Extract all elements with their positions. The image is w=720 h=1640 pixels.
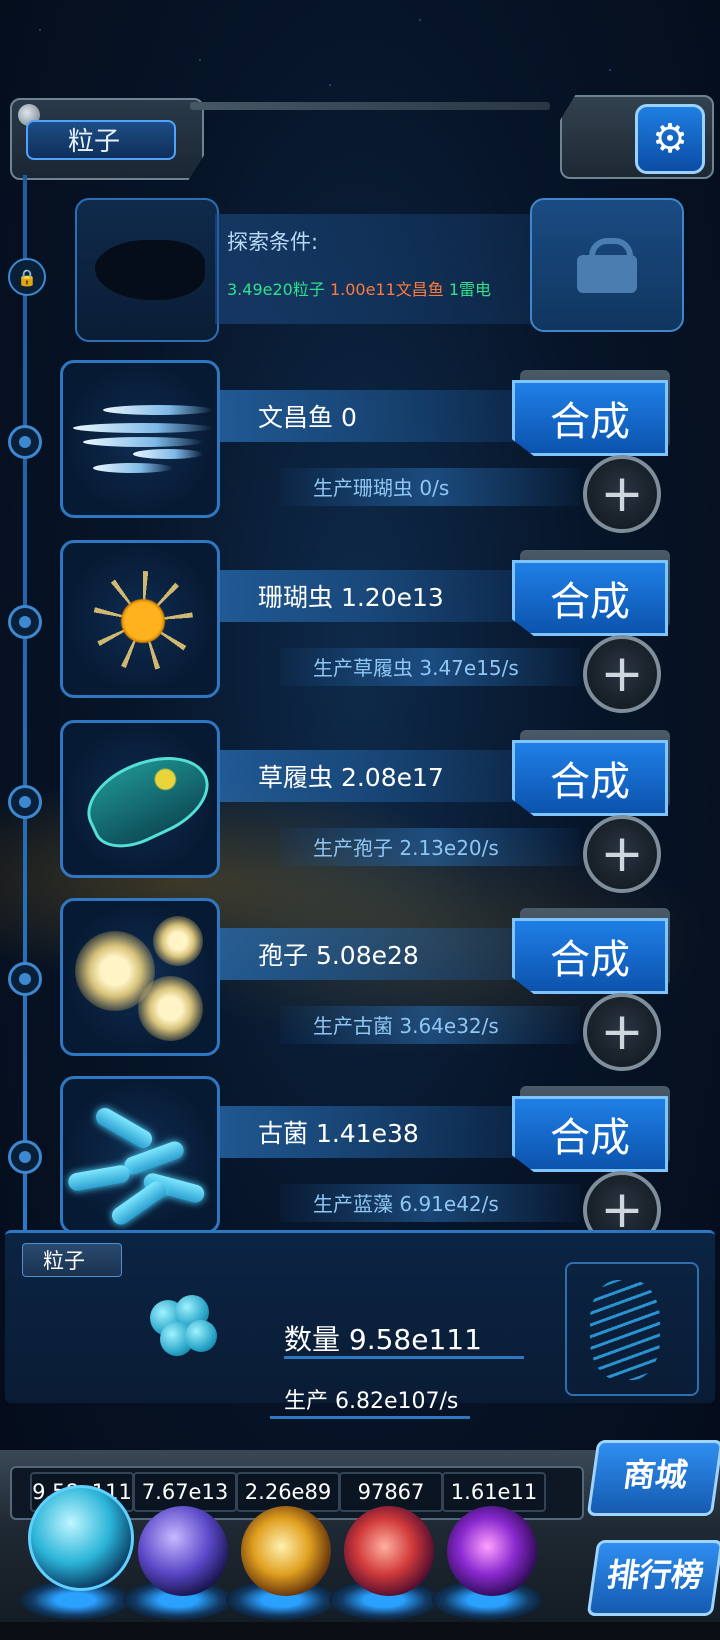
rail-node: [8, 785, 42, 819]
dna-icon: [590, 1280, 660, 1380]
requirement-amphioxus: 1.00e11文昌鱼: [329, 280, 444, 299]
brain-orb-button[interactable]: [344, 1506, 434, 1596]
shop-button[interactable]: 商城: [586, 1440, 720, 1516]
plus-icon: +: [600, 644, 644, 704]
synthesize-button[interactable]: 合成: [512, 380, 668, 456]
plus-icon: +: [600, 1180, 644, 1240]
locked-creature-portrait: [75, 198, 219, 342]
unlock-button[interactable]: [530, 198, 684, 332]
add-button[interactable]: +: [583, 455, 661, 533]
production-rate: 生产孢子 2.13e20/s: [313, 836, 499, 860]
spore-shape: [138, 976, 203, 1041]
bacteria-rod: [92, 1104, 156, 1152]
lightning-orb-button[interactable]: [138, 1506, 228, 1596]
rail-lock-icon: 🔒: [8, 258, 46, 296]
synthesize-button[interactable]: 合成: [512, 1096, 668, 1172]
fish-shape: [93, 463, 173, 473]
archaea-portrait: [60, 1076, 220, 1234]
coral-polyp-shape: [93, 571, 193, 671]
bottom-strip: [0, 1622, 720, 1640]
fish-shape: [103, 405, 213, 415]
creature-silhouette: [95, 240, 205, 300]
particle-count: 数量 9.58e111: [284, 1323, 482, 1356]
creature-name-count: 古菌 1.41e38: [258, 1119, 419, 1148]
coral-portrait: [60, 540, 220, 698]
synthesize-button[interactable]: 合成: [512, 560, 668, 636]
creature-name-count: 孢子 5.08e28: [258, 941, 419, 970]
lock-icon: [577, 237, 637, 293]
amphioxus-portrait: [60, 360, 220, 518]
rail-node: [8, 425, 42, 459]
particle-orb-button[interactable]: [28, 1485, 134, 1591]
spore-shape: [153, 916, 203, 966]
spore-portrait: [60, 898, 220, 1056]
particle-production-rate: 生产 6.82e107/s: [284, 1389, 459, 1414]
fish-shape: [83, 437, 203, 447]
exploration-condition-label: 探索条件:: [227, 230, 319, 254]
particle-cluster-icon: [130, 1280, 230, 1380]
creature-row-amphioxus: 文昌鱼 0 生产珊瑚虫 0/s 合成 +: [60, 360, 700, 533]
creature-name-count: 珊瑚虫 1.20e13: [258, 583, 444, 612]
requirement-lightning: 1雷电: [448, 280, 492, 299]
rail-node: [8, 962, 42, 996]
exploration-requirements: 3.49e20粒子 1.00e11文昌鱼 1雷电: [227, 276, 491, 300]
progress-rail: [23, 175, 27, 1265]
gear-icon: ⚙: [652, 116, 688, 162]
paramecium-portrait: [60, 720, 222, 878]
add-button[interactable]: +: [583, 993, 661, 1071]
production-rate: 生产草履虫 3.47e15/s: [313, 656, 519, 680]
fish-shape: [73, 423, 213, 433]
production-rate: 生产古菌 3.64e32/s: [313, 1014, 499, 1038]
plus-icon: +: [600, 1002, 644, 1062]
plus-icon: +: [600, 824, 644, 884]
requirement-particles: 3.49e20粒子: [227, 280, 325, 299]
header-rail: [190, 102, 550, 110]
creature-row-spore: 孢子 5.08e28 生产古菌 3.64e32/s 合成 +: [60, 898, 700, 1071]
production-rate: 生产珊瑚虫 0/s: [313, 476, 450, 500]
creature-row-paramecium: 草履虫 2.08e17 生产孢子 2.13e20/s 合成 +: [60, 720, 700, 893]
add-button[interactable]: +: [583, 635, 661, 713]
rail-node: [8, 1140, 42, 1174]
settings-button[interactable]: ⚙: [635, 104, 705, 174]
bacteria-rod: [66, 1163, 132, 1193]
paramecium-shape: [74, 737, 222, 861]
bacteria-rod: [108, 1177, 170, 1229]
portal-orb-button[interactable]: [447, 1506, 537, 1596]
add-button[interactable]: +: [583, 815, 661, 893]
creature-row-archaea: 古菌 1.41e38 生产蓝藻 6.91e42/s 合成 +: [60, 1076, 700, 1249]
production-rate: 生产蓝藻 6.91e42/s: [313, 1192, 499, 1216]
page-title-tab[interactable]: 粒子: [26, 120, 176, 160]
synthesize-button[interactable]: 合成: [512, 740, 668, 816]
synthesize-button[interactable]: 合成: [512, 918, 668, 994]
plus-icon: +: [600, 464, 644, 524]
creature-row-coral: 珊瑚虫 1.20e13 生产草履虫 3.47e15/s 合成 +: [60, 540, 700, 713]
rail-node: [8, 605, 42, 639]
ranking-button[interactable]: 排行榜: [586, 1540, 720, 1616]
creature-name-count: 文昌鱼 0: [258, 403, 357, 432]
fish-shape: [133, 449, 203, 459]
fire-orb-button[interactable]: [241, 1506, 331, 1596]
bacteria-rod: [121, 1138, 187, 1178]
divider: [284, 1356, 524, 1359]
divider: [270, 1416, 470, 1419]
locked-creature-row: 探索条件: 3.49e20粒子 1.00e11文昌鱼 1雷电: [75, 198, 685, 342]
creature-name-count: 草履虫 2.08e17: [258, 763, 444, 792]
info-panel-tab: 粒子: [22, 1243, 122, 1277]
